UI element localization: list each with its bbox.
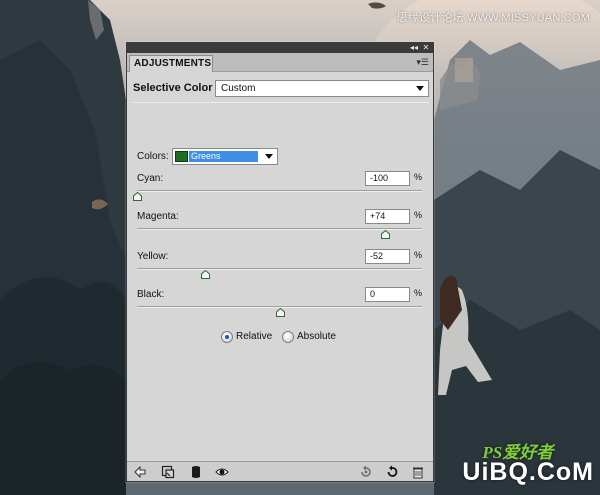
slider-label: Cyan: — [137, 173, 164, 184]
cyan-value-input[interactable]: -100 — [365, 171, 410, 186]
panel-footer — [127, 461, 433, 481]
panel-content: Selective Color Custom Colors: Greens Cy… — [127, 72, 433, 462]
panel-menu-icon[interactable]: ▾☰ — [416, 57, 429, 68]
method-radio-group: Relative Absolute — [221, 330, 421, 346]
percent-unit: % — [414, 210, 423, 220]
radio-dot-relative[interactable] — [221, 331, 233, 343]
slider-handle-icon[interactable] — [133, 192, 142, 201]
slider-track[interactable] — [137, 268, 422, 270]
preset-value: Custom — [221, 83, 256, 94]
watermark-logo: PS爱好者 UiBQ.CoM — [462, 443, 594, 487]
panel-titlebar[interactable]: ◂◂ ✕ — [127, 43, 433, 53]
slider-label: Magenta: — [137, 211, 179, 222]
radio-dot-absolute[interactable] — [282, 331, 294, 343]
slider-handle-icon[interactable] — [201, 270, 211, 279]
close-icon[interactable]: ✕ — [420, 43, 432, 53]
chevron-down-icon — [416, 86, 424, 91]
watermark-top: 思缘设计论坛 WWW.MISSYUAN.COM — [396, 12, 590, 24]
back-arrow-icon[interactable] — [133, 465, 147, 479]
magenta-value-input[interactable]: +74 — [365, 209, 410, 224]
tab-adjustments[interactable]: ADJUSTMENTS — [129, 55, 213, 72]
adjustments-panel: ◂◂ ✕ ADJUSTMENTS ▾☰ Selective Color Cust… — [126, 42, 434, 482]
yellow-value-input[interactable]: -52 — [365, 249, 410, 264]
colors-label: Colors: — [137, 151, 169, 162]
slider-handle-icon[interactable] — [380, 230, 390, 239]
colors-value: Greens — [189, 151, 258, 162]
visibility-mask-icon[interactable] — [189, 465, 203, 479]
colors-row: Colors: Greens — [137, 148, 287, 166]
clip-layer-icon[interactable] — [161, 465, 175, 479]
reset-previous-icon[interactable] — [359, 465, 373, 479]
percent-unit: % — [414, 172, 423, 182]
slider-yellow: Yellow: -52 % — [137, 249, 425, 285]
adjustment-name: Selective Color — [133, 82, 213, 94]
slider-track[interactable] — [137, 228, 422, 230]
reset-icon[interactable] — [385, 465, 399, 479]
preset-dropdown[interactable]: Custom — [215, 80, 429, 97]
radio-label-absolute: Absolute — [297, 331, 336, 342]
collapse-icon[interactable]: ◂◂ — [408, 43, 420, 53]
slider-magenta: Magenta: +74 % — [137, 209, 425, 245]
black-value-input[interactable]: 0 — [365, 287, 410, 302]
slider-track[interactable] — [137, 190, 422, 192]
header-divider — [133, 102, 429, 103]
slider-black: Black: 0 % — [137, 287, 425, 323]
eye-icon[interactable] — [215, 465, 229, 479]
watermark-logo-ps: PS爱好者 — [482, 443, 554, 462]
slider-handle-icon[interactable] — [275, 308, 285, 317]
slider-label: Black: — [137, 289, 165, 300]
percent-unit: % — [414, 250, 423, 260]
percent-unit: % — [414, 288, 423, 298]
adjustment-header: Selective Color Custom — [133, 78, 429, 100]
chevron-down-icon — [265, 154, 273, 159]
slider-label: Yellow: — [137, 251, 169, 262]
radio-label-relative: Relative — [236, 331, 273, 342]
color-swatch — [175, 151, 188, 162]
colors-dropdown[interactable]: Greens — [172, 148, 278, 165]
panel-tab-row: ADJUSTMENTS ▾☰ — [127, 53, 433, 72]
slider-cyan: Cyan: -100 % — [133, 171, 425, 207]
trash-icon[interactable] — [411, 465, 425, 479]
